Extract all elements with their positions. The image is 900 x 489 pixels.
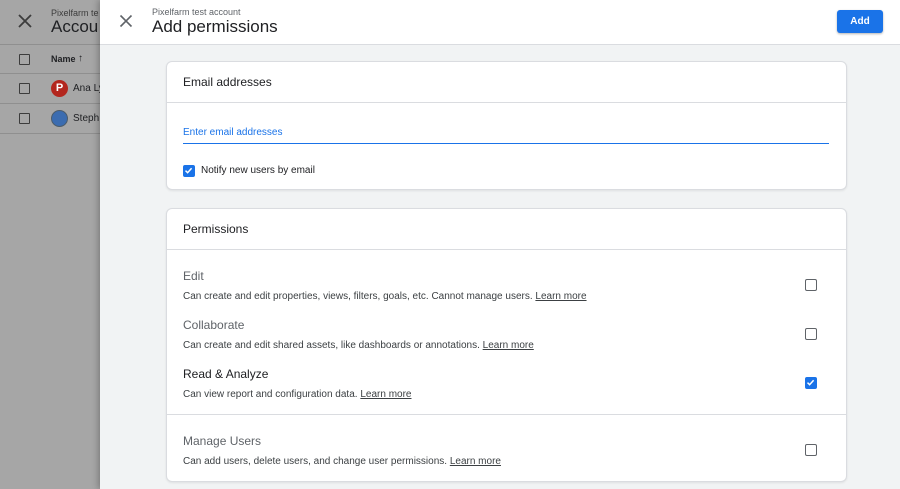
row-checkbox (19, 113, 30, 124)
permission-description-text: Can create and edit shared assets, like … (183, 340, 480, 351)
divider (167, 414, 846, 415)
learn-more-link[interactable]: Learn more (450, 456, 501, 467)
permission-description-text: Can create and edit properties, views, f… (183, 291, 533, 302)
email-input[interactable] (183, 122, 829, 144)
permission-description: Can add users, delete users, and change … (183, 456, 501, 467)
collaborate-checkbox[interactable] (805, 328, 817, 340)
permission-description-text: Can view report and configuration data. (183, 389, 358, 400)
notify-checkbox[interactable] (183, 165, 195, 177)
permission-title: Collaborate (183, 318, 245, 332)
close-icon[interactable] (118, 13, 134, 29)
permission-description: Can create and edit properties, views, f… (183, 291, 587, 302)
notify-label: Notify new users by email (201, 165, 315, 176)
permission-edit: Edit Can create and edit properties, vie… (167, 269, 846, 318)
avatar (51, 110, 68, 127)
email-card-title: Email addresses (183, 75, 272, 89)
background-title: Accou (51, 17, 99, 36)
permissions-card: Permissions Edit Can create and edit pro… (166, 208, 847, 482)
user-name: Steph (73, 113, 100, 124)
close-icon (18, 14, 32, 28)
edit-checkbox[interactable] (805, 279, 817, 291)
table-row: P Ana Ly (0, 74, 110, 104)
learn-more-link[interactable]: Learn more (483, 340, 534, 351)
row-checkbox (19, 83, 30, 94)
background-table-header: Name ↑ (0, 44, 110, 74)
permissions-card-title: Permissions (183, 222, 249, 236)
permission-manage-users: Manage Users Can add users, delete users… (167, 434, 846, 483)
drawer-header: Pixelfarm test account Add permissions A… (100, 0, 900, 45)
permission-title: Edit (183, 269, 204, 283)
arrow-up-icon: ↑ (78, 53, 83, 64)
learn-more-link[interactable]: Learn more (360, 389, 411, 400)
table-row: Steph (0, 104, 110, 134)
add-permissions-drawer: Pixelfarm test account Add permissions A… (100, 0, 900, 489)
permissions-card-header: Permissions (167, 209, 846, 250)
avatar: P (51, 80, 68, 97)
check-icon (184, 167, 193, 174)
permission-title: Read & Analyze (183, 367, 269, 381)
permission-description-text: Can add users, delete users, and change … (183, 456, 448, 467)
select-all-checkbox (19, 54, 30, 65)
account-name: Pixelfarm test account (152, 7, 241, 17)
permission-read-analyze: Read & Analyze Can view report and confi… (167, 367, 846, 416)
permission-description: Can create and edit shared assets, like … (183, 340, 534, 351)
permission-collaborate: Collaborate Can create and edit shared a… (167, 318, 846, 367)
page-title: Add permissions (152, 17, 278, 36)
email-card-header: Email addresses (167, 62, 846, 103)
read-analyze-checkbox[interactable] (805, 377, 817, 389)
manage-users-checkbox[interactable] (805, 444, 817, 456)
email-card: Email addresses Notify new users by emai… (166, 61, 847, 190)
permission-description: Can view report and configuration data. … (183, 389, 411, 400)
check-icon (806, 379, 815, 386)
add-button[interactable]: Add (837, 10, 883, 33)
name-column-header: Name (51, 54, 76, 64)
permission-title: Manage Users (183, 434, 262, 448)
learn-more-link[interactable]: Learn more (535, 291, 586, 302)
